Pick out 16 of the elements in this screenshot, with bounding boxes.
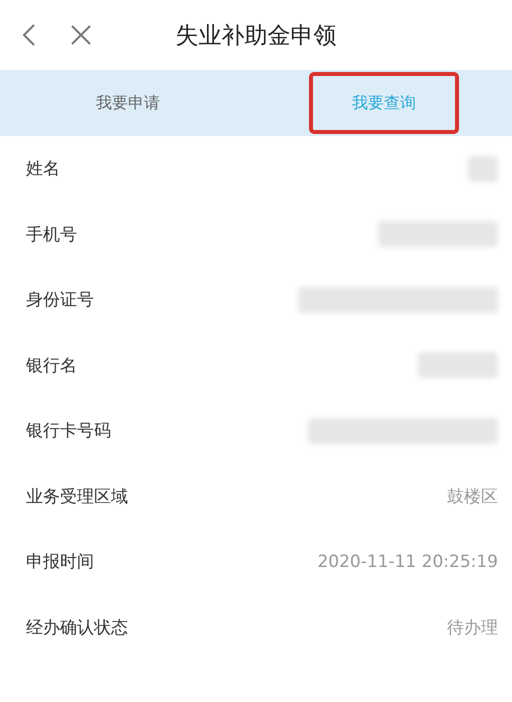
field-value: 待办理 — [447, 616, 498, 639]
field-label: 经办确认状态 — [26, 616, 128, 639]
field-value: 鼓楼区 — [447, 486, 498, 508]
field-label: 银行名 — [26, 354, 77, 377]
field-label: 业务受理区域 — [26, 486, 128, 508]
close-icon — [70, 24, 92, 46]
field-label: 银行卡号码 — [26, 420, 111, 442]
field-value: 2020-11-11 20:25:19 — [317, 552, 498, 572]
redacted-value — [468, 156, 498, 182]
tab[interactable]: 我要申请 — [96, 92, 160, 114]
back-icon — [22, 23, 36, 47]
field-label: 申报时间 — [26, 551, 94, 574]
field-label: 身份证号 — [26, 289, 94, 312]
field-label: 姓名 — [26, 158, 60, 180]
field-label: 手机号 — [26, 224, 77, 246]
page-title: 失业补助金申领 — [176, 22, 336, 48]
